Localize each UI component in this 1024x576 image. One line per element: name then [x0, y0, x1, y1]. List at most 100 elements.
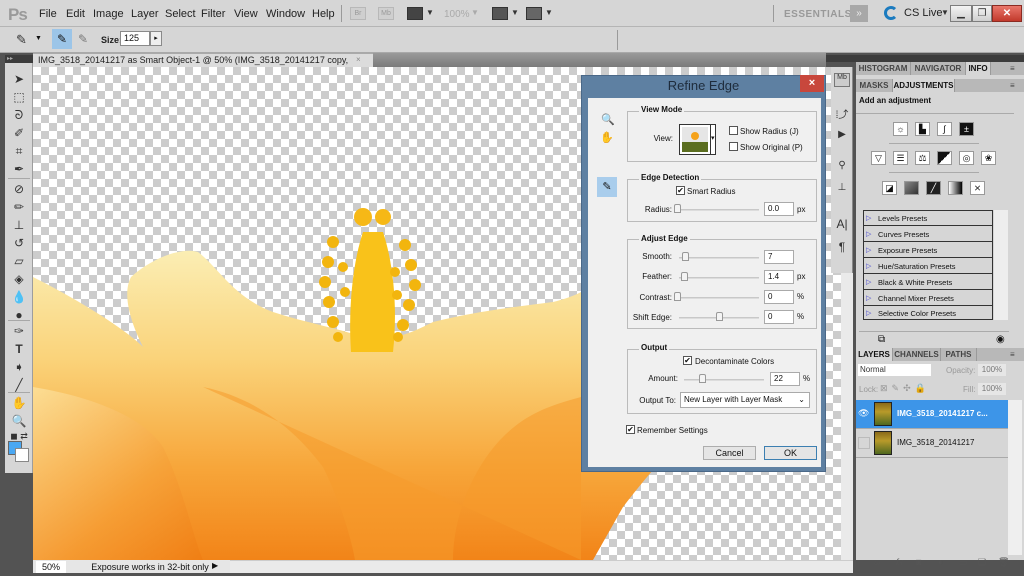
expand-triangle-icon[interactable]: ▷: [866, 309, 871, 317]
lock-icons[interactable]: ⊠✎✣🔒: [880, 383, 930, 394]
tab-adjustments[interactable]: ADJUSTMENTS: [893, 79, 955, 92]
contrast-input[interactable]: 0: [764, 290, 794, 304]
more-workspaces-button[interactable]: »: [850, 5, 868, 22]
layer-row[interactable]: IMG_3518_20141217: [856, 429, 1008, 458]
menu-edit[interactable]: Edit: [66, 8, 85, 20]
tab-navigator[interactable]: NAVIGATOR: [911, 62, 966, 75]
panel-menu-icon[interactable]: ≡: [1010, 81, 1015, 90]
layer-row[interactable]: 👁 IMG_3518_20141217 c...: [856, 400, 1008, 429]
move-tool-icon[interactable]: ➤: [5, 70, 33, 88]
cs-live-menu[interactable]: CS Live: [904, 7, 943, 19]
tool-presets-panel-icon[interactable]: ⚲: [834, 160, 850, 174]
menu-filter[interactable]: Filter: [201, 8, 225, 20]
eye-icon[interactable]: 👁: [858, 408, 870, 420]
selective-color-icon[interactable]: ⨯: [970, 181, 985, 195]
invert-icon[interactable]: ◪: [882, 181, 897, 195]
output-to-select[interactable]: New Layer with Layer Mask ⌄: [680, 392, 810, 408]
character-panel-icon[interactable]: A|: [834, 217, 850, 231]
preset-hue-saturation[interactable]: Hue/Saturation Presets: [864, 259, 992, 274]
menu-window[interactable]: Window: [266, 8, 305, 20]
tab-info[interactable]: INFO: [966, 62, 991, 75]
feather-slider-thumb[interactable]: [680, 272, 688, 281]
new-layer-icon[interactable]: ❏: [978, 557, 986, 568]
black-white-icon[interactable]: [937, 151, 952, 165]
refine-radius-tool-icon[interactable]: ✎: [597, 177, 617, 197]
radius-slider-thumb[interactable]: [674, 204, 681, 213]
expand-triangle-icon[interactable]: ▷: [866, 278, 871, 286]
shift-edge-input[interactable]: 0: [764, 310, 794, 324]
layer-style-icon[interactable]: fx: [896, 557, 903, 567]
fill-input[interactable]: 100%: [978, 383, 1006, 395]
status-zoom-field[interactable]: 50%: [36, 561, 66, 573]
arrange-documents-icon[interactable]: [492, 7, 508, 20]
smooth-slider[interactable]: [679, 257, 759, 259]
threshold-icon[interactable]: ╱: [926, 181, 941, 195]
show-original-checkbox[interactable]: [729, 142, 738, 151]
add-mask-icon[interactable]: ◙: [916, 557, 921, 567]
panel-dock-header[interactable]: [826, 55, 1024, 62]
chevron-down-icon[interactable]: ▼: [426, 8, 434, 17]
hand-tool-icon[interactable]: ✋: [600, 131, 614, 144]
presets-scrollbar[interactable]: [994, 210, 1008, 320]
menu-select[interactable]: Select: [165, 8, 196, 20]
mini-bridge-panel-icon[interactable]: Mb: [834, 73, 850, 87]
marquee-tool-icon[interactable]: ⬚: [5, 88, 33, 106]
close-document-icon[interactable]: ×: [356, 55, 361, 64]
brightness-contrast-icon[interactable]: ☼: [893, 122, 908, 136]
layers-scrollbar[interactable]: [1008, 400, 1022, 555]
menu-view[interactable]: View: [234, 8, 258, 20]
background-color-swatch[interactable]: [15, 448, 29, 462]
chevron-down-icon[interactable]: ▼: [511, 8, 519, 17]
levels-icon[interactable]: ▙: [915, 122, 930, 136]
clip-to-layer-icon[interactable]: ⧉: [878, 334, 885, 345]
lasso-tool-icon[interactable]: ᘐ: [5, 106, 33, 124]
chevron-down-icon[interactable]: ▼: [941, 8, 949, 17]
preset-selective-color[interactable]: Selective Color Presets: [864, 306, 992, 321]
expand-triangle-icon[interactable]: ▷: [866, 214, 871, 222]
status-menu-arrow-icon[interactable]: ▶: [212, 561, 218, 570]
amount-input[interactable]: 22: [770, 372, 800, 386]
color-balance-icon[interactable]: ⚖: [915, 151, 930, 165]
document-tab[interactable]: IMG_3518_20141217 as Smart Object-1 @ 50…: [33, 53, 373, 78]
preset-levels[interactable]: Levels Presets: [864, 211, 992, 226]
smart-radius-checkbox[interactable]: ✔: [676, 186, 685, 195]
brush-tool-icon[interactable]: ✏: [5, 198, 33, 216]
view-mode-picker[interactable]: ▾: [679, 124, 716, 155]
workspace-switcher[interactable]: ESSENTIALS: [784, 9, 852, 20]
new-group-icon[interactable]: ▭: [959, 557, 968, 568]
tab-paths[interactable]: PATHS: [941, 348, 977, 361]
hand-tool-icon[interactable]: ✋: [5, 394, 33, 412]
curves-icon[interactable]: ∫: [937, 122, 952, 136]
shift-edge-slider-thumb[interactable]: [716, 312, 723, 321]
blend-mode-select[interactable]: Normal: [858, 364, 931, 376]
menu-image[interactable]: Image: [93, 8, 124, 20]
expand-triangle-icon[interactable]: ▷: [866, 246, 871, 254]
screen-mode-icon[interactable]: [526, 7, 542, 20]
minimize-button[interactable]: ▁: [950, 5, 972, 22]
chevron-down-icon[interactable]: ▼: [35, 35, 42, 42]
radius-input[interactable]: 0.0: [764, 202, 794, 216]
refine-radius-tool-preset-icon[interactable]: ✎: [16, 32, 27, 48]
hue-saturation-icon[interactable]: ☰: [893, 151, 908, 165]
tab-channels[interactable]: CHANNELS: [893, 348, 941, 361]
remember-settings-checkbox[interactable]: ✔: [626, 425, 635, 434]
feather-input[interactable]: 1.4: [764, 270, 794, 284]
delete-layer-icon[interactable]: 🗑: [998, 557, 1009, 568]
posterize-icon[interactable]: [904, 181, 919, 195]
contrast-slider[interactable]: [677, 297, 759, 299]
smooth-slider-thumb[interactable]: [681, 252, 689, 261]
adjustment-layer-icon[interactable]: ◐: [938, 557, 943, 567]
zoom-tool-icon[interactable]: 🔍: [601, 113, 615, 126]
menu-help[interactable]: Help: [312, 8, 335, 20]
blur-tool-icon[interactable]: 💧: [5, 288, 33, 306]
amount-slider[interactable]: [684, 379, 764, 381]
opacity-input[interactable]: 100%: [978, 364, 1006, 376]
close-window-button[interactable]: ✕: [992, 5, 1022, 22]
paragraph-panel-icon[interactable]: ¶: [834, 240, 850, 254]
exposure-icon[interactable]: ±: [959, 122, 974, 136]
refine-radius-tool-icon[interactable]: ✎: [52, 29, 72, 49]
view-previous-state-icon[interactable]: ◉: [996, 334, 1005, 345]
pen-tool-icon[interactable]: ✑: [5, 322, 33, 340]
preset-curves[interactable]: Curves Presets: [864, 227, 992, 242]
healing-brush-tool-icon[interactable]: ⊘: [5, 180, 33, 198]
